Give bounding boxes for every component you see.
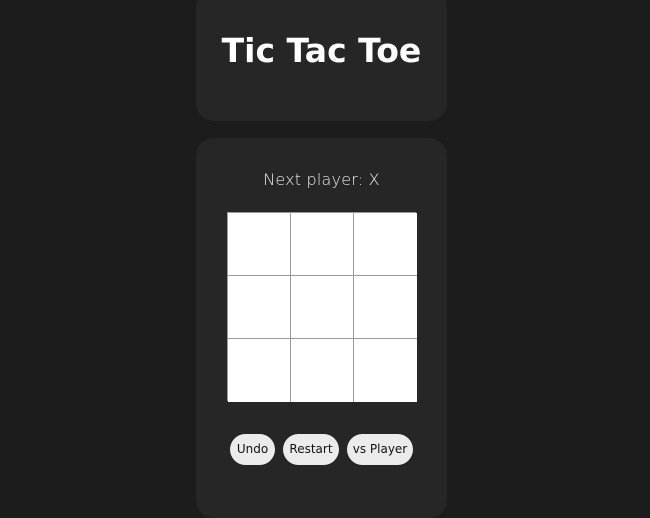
- undo-button[interactable]: Undo: [230, 434, 275, 465]
- board-cell-9[interactable]: [354, 339, 417, 402]
- restart-button[interactable]: Restart: [283, 434, 339, 465]
- board-cell-2[interactable]: [291, 213, 354, 276]
- game-title: Tic Tac Toe: [221, 31, 422, 70]
- game-card: Next player: X Undo Restart vs Player: [196, 138, 447, 518]
- game-board: [227, 212, 417, 402]
- board-cell-7[interactable]: [228, 339, 291, 402]
- game-controls: Undo Restart vs Player: [230, 434, 413, 465]
- board-cell-5[interactable]: [291, 276, 354, 339]
- board-cell-1[interactable]: [228, 213, 291, 276]
- board-cell-3[interactable]: [354, 213, 417, 276]
- board-cell-6[interactable]: [354, 276, 417, 339]
- mode-toggle-button[interactable]: vs Player: [347, 434, 413, 465]
- board-cell-8[interactable]: [291, 339, 354, 402]
- status-text: Next player: X: [263, 170, 380, 189]
- title-card: Tic Tac Toe: [196, 0, 447, 121]
- board-cell-4[interactable]: [228, 276, 291, 339]
